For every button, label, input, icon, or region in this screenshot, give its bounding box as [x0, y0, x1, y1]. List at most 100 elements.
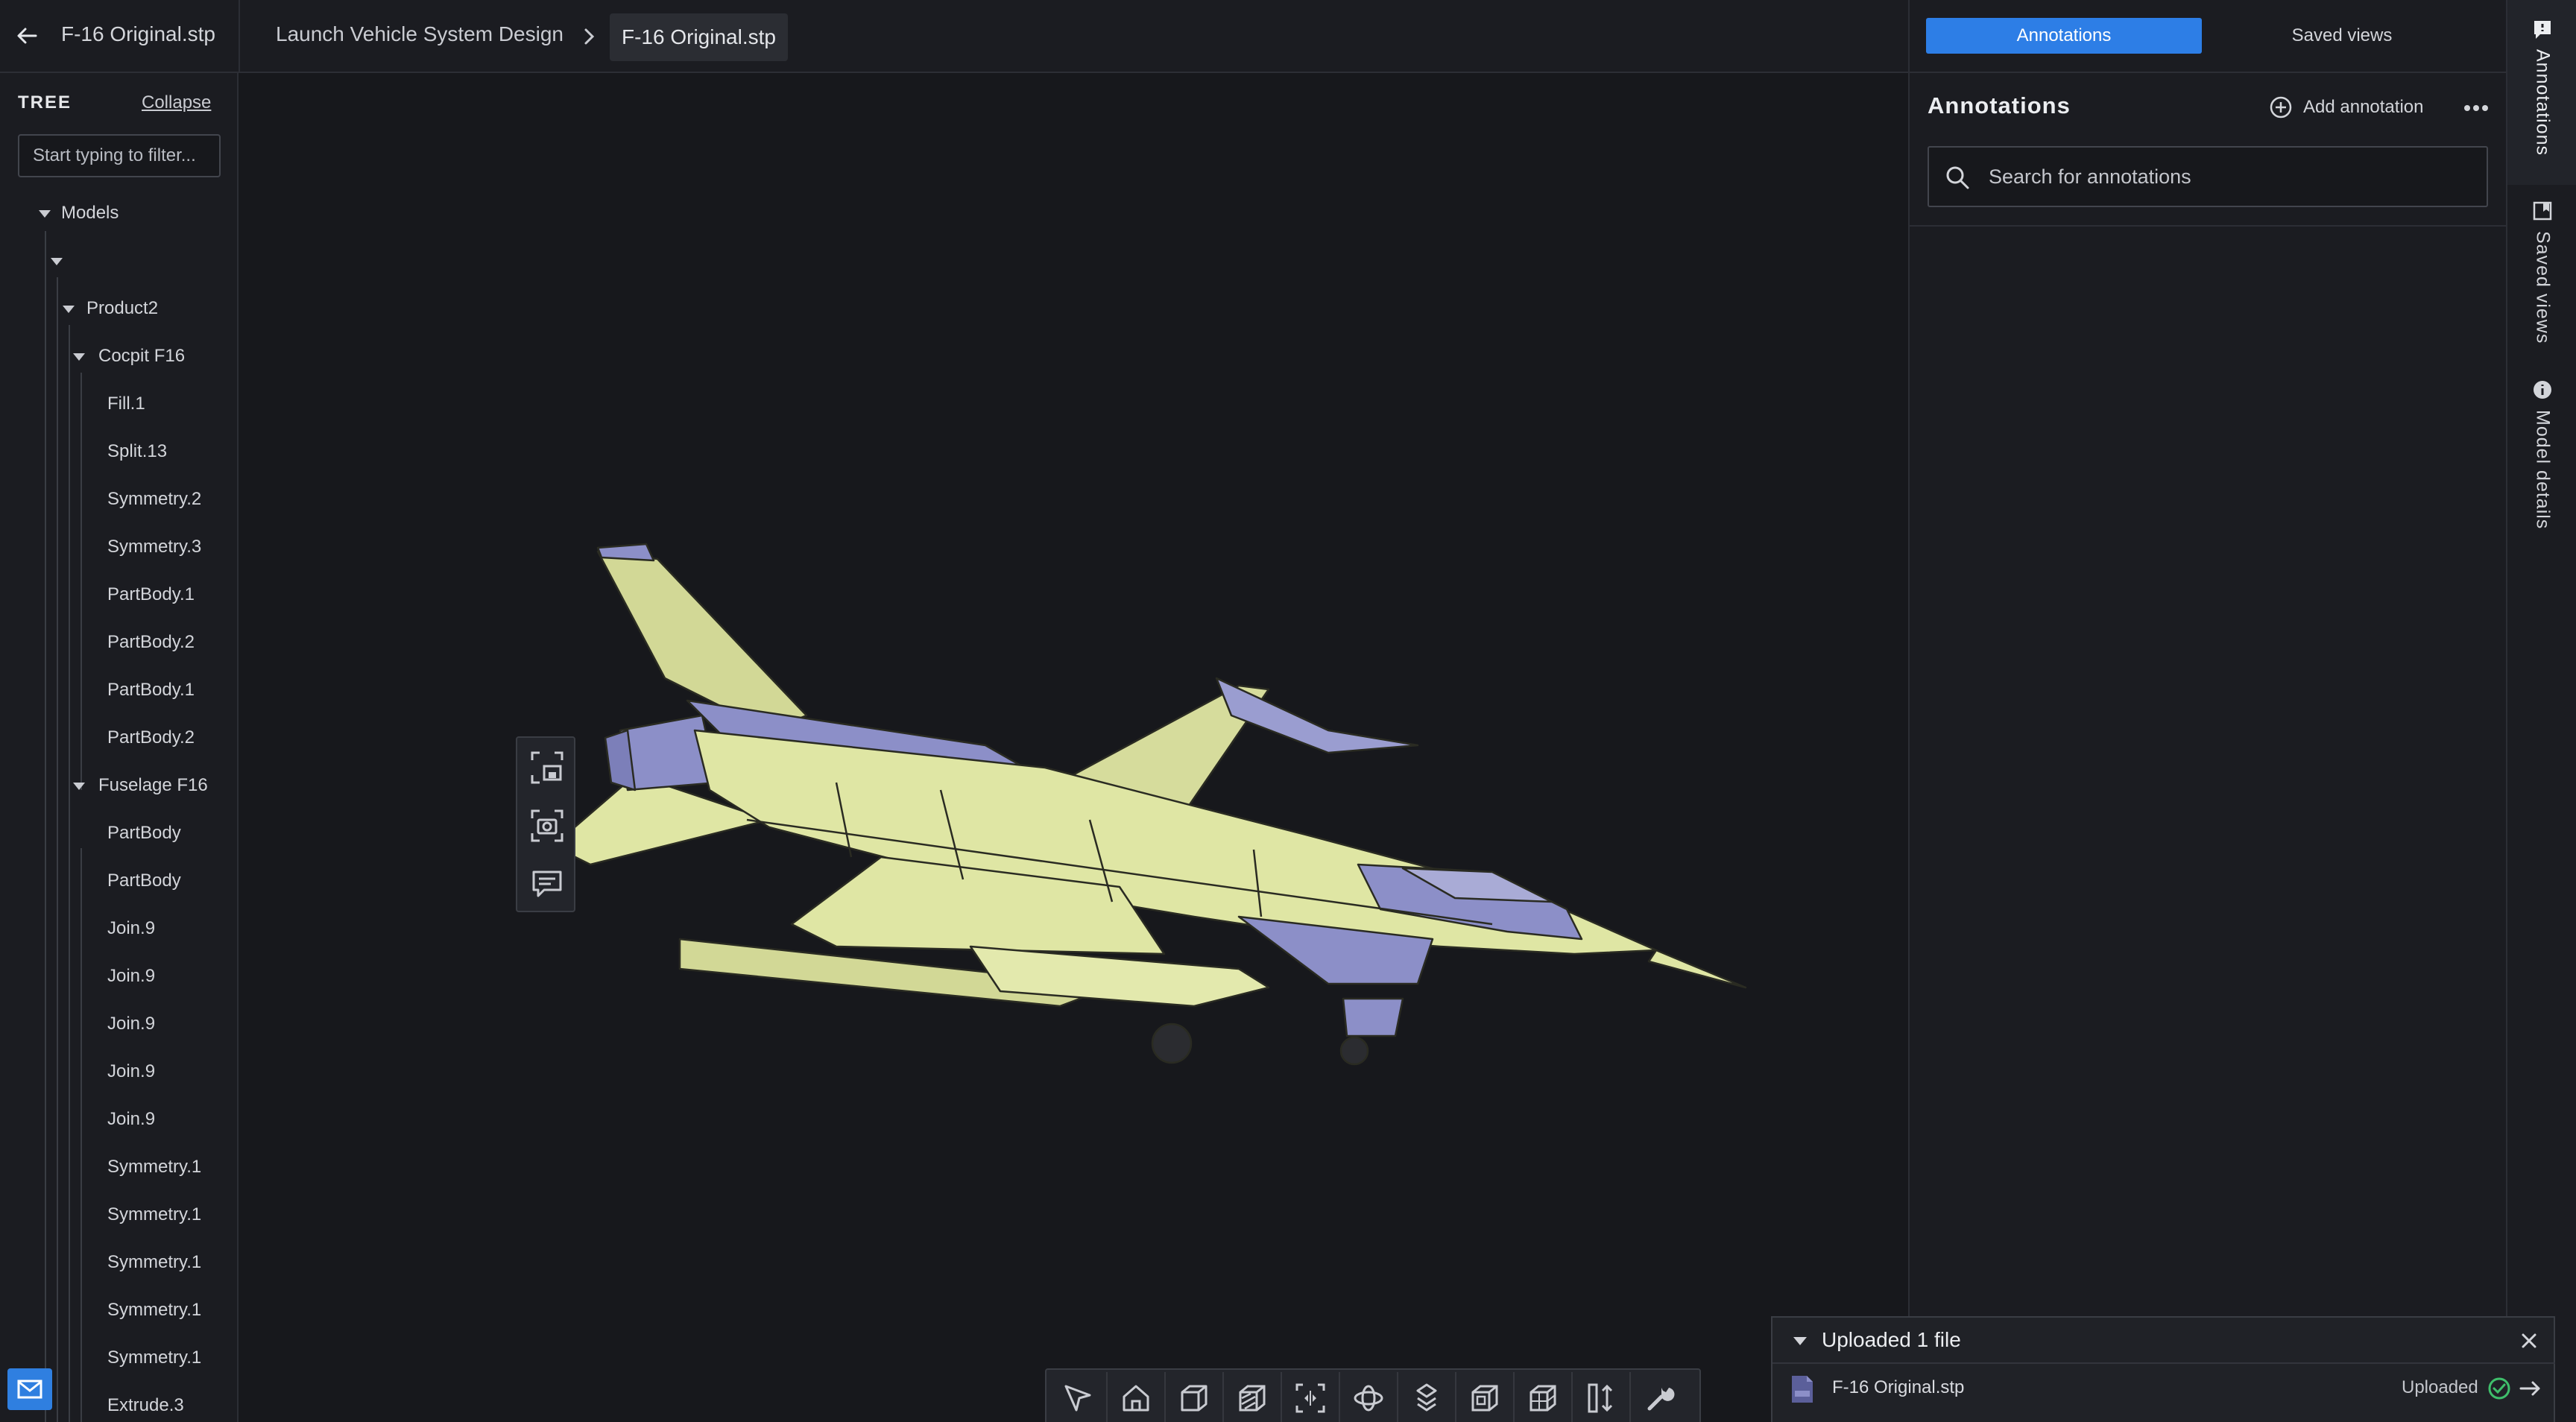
select-icon: [1064, 1385, 1091, 1412]
isometric-view-button[interactable]: [1456, 1372, 1515, 1422]
caret-down-icon[interactable]: [73, 353, 85, 361]
view-cube-icon: [1181, 1385, 1208, 1412]
tree-item[interactable]: Symmetry.2: [107, 484, 201, 514]
screenshot-icon: [531, 809, 564, 842]
tree-item[interactable]: Fill.1: [107, 389, 145, 419]
tree-guide-line: [80, 373, 82, 790]
f16-3d-model[interactable]: [523, 432, 1805, 1073]
rail-saved-views-tab[interactable]: Saved views: [2507, 200, 2576, 371]
tree-item[interactable]: Join.9: [107, 961, 155, 991]
explode-view-button[interactable]: [1398, 1372, 1456, 1422]
tree-item[interactable]: Join.9: [107, 1057, 155, 1087]
tree-item[interactable]: Symmetry.1: [107, 1200, 201, 1230]
tree-item[interactable]: Symmetry.1: [107, 1248, 201, 1277]
orbit-button[interactable]: [1340, 1372, 1398, 1422]
tree-item[interactable]: Join.9: [107, 1105, 155, 1134]
plus-circle-icon: [2270, 96, 2292, 118]
viewport-side-toolbar: [516, 736, 575, 912]
tree-item[interactable]: Symmetry.1: [107, 1152, 201, 1182]
caret-down-icon[interactable]: [39, 210, 51, 218]
breadcrumb-current[interactable]: F-16 Original.stp: [610, 13, 788, 61]
tab-annotations[interactable]: Annotations: [1926, 18, 2202, 54]
more-options-button[interactable]: [2461, 97, 2491, 119]
annotation-search-input[interactable]: [1987, 148, 2479, 206]
feedback-mail-button[interactable]: [7, 1368, 52, 1410]
upload-toast-header[interactable]: Uploaded 1 file: [1772, 1318, 2555, 1364]
rail-annotations-label: Annotations: [2532, 49, 2554, 157]
tree-item[interactable]: Join.9: [107, 1009, 155, 1039]
tree-item[interactable]: Fuselage F16: [98, 771, 208, 800]
tree-item[interactable]: Cocpit F16: [98, 341, 185, 371]
isometric-icon: [1471, 1385, 1498, 1412]
upload-status-text: Uploaded: [2402, 1377, 2478, 1397]
top-bar: F-16 Original.stp Launch Vehicle System …: [0, 0, 1908, 73]
fit-selection-button[interactable]: [523, 744, 571, 791]
caret-down-icon[interactable]: [63, 306, 75, 313]
close-button[interactable]: [2518, 1330, 2540, 1352]
tree-guide-line: [45, 231, 46, 1422]
panel-title: Annotations: [1928, 92, 2071, 118]
tree-item[interactable]: PartBody.1: [107, 675, 195, 705]
tree-item[interactable]: Symmetry.1: [107, 1295, 201, 1325]
annotations-panel: Annotations Saved views Annotations Add …: [1908, 0, 2506, 1422]
orbit-icon: [1354, 1385, 1383, 1412]
file-title: F-16 Original.stp: [61, 22, 215, 45]
3d-viewport[interactable]: [240, 75, 1908, 1422]
tree-item[interactable]: PartBody.1: [107, 580, 195, 610]
explode-icon: [1416, 1383, 1437, 1412]
annotation-icon: [2534, 21, 2551, 39]
divider: [239, 0, 240, 73]
fit-view-button[interactable]: [1282, 1372, 1340, 1422]
tree-item[interactable]: PartBody: [107, 818, 181, 848]
tree-item[interactable]: Split.13: [107, 437, 167, 467]
settings-wrench-icon: [1647, 1388, 1675, 1411]
mail-icon: [17, 1380, 42, 1399]
tree-item[interactable]: PartBody.2: [107, 628, 195, 657]
close-icon: [2522, 1333, 2536, 1348]
search-icon: [1946, 166, 1969, 189]
arrow-left-icon: [17, 28, 37, 44]
section-view-button[interactable]: [1224, 1372, 1282, 1422]
measure-button[interactable]: [1573, 1372, 1631, 1422]
view-cube-button[interactable]: [1166, 1372, 1224, 1422]
breadcrumb-project[interactable]: Launch Vehicle System Design: [276, 22, 564, 46]
tree-item[interactable]: PartBody: [107, 866, 181, 896]
tree-item[interactable]: Symmetry.3: [107, 532, 201, 562]
check-circle-icon: [2488, 1377, 2510, 1400]
file-icon: [1792, 1376, 1813, 1403]
wireframe-view-button[interactable]: [1515, 1372, 1573, 1422]
comment-button[interactable]: [523, 860, 571, 908]
caret-down-icon[interactable]: [73, 783, 85, 790]
arrow-right-icon[interactable]: [2518, 1376, 2543, 1401]
settings-button[interactable]: [1631, 1372, 1689, 1422]
tree-item[interactable]: Join.9: [107, 914, 155, 944]
add-annotation-button[interactable]: Add annotation: [2269, 92, 2423, 122]
fit-selection-icon: [531, 751, 564, 784]
fit-view-icon: [1295, 1383, 1325, 1413]
tree-item[interactable]: Symmetry.1: [107, 1343, 201, 1373]
upload-title: Uploaded 1 file: [1822, 1328, 1961, 1351]
rail-annotations-tab[interactable]: Annotations: [2507, 0, 2576, 185]
tree-item[interactable]: Models: [61, 198, 119, 228]
tree-guide-line: [69, 325, 70, 1422]
annotation-search-box: [1928, 146, 2488, 207]
rail-model-details-tab[interactable]: Model details: [2507, 379, 2576, 557]
collapse-link[interactable]: Collapse: [142, 92, 211, 113]
tree-heading: TREE: [18, 92, 72, 113]
side-rail: Annotations Saved views Model details: [2506, 0, 2576, 1422]
home-view-button[interactable]: [1108, 1372, 1166, 1422]
tree-item[interactable]: Extrude.3: [107, 1391, 184, 1421]
saved-views-icon: [2533, 201, 2552, 221]
caret-down-icon[interactable]: [1793, 1337, 1807, 1345]
chevron-right-icon: [584, 28, 595, 45]
screenshot-button[interactable]: [523, 802, 571, 850]
back-button[interactable]: [10, 19, 43, 52]
info-icon: [2534, 381, 2551, 399]
tab-saved-views[interactable]: Saved views: [2230, 18, 2454, 54]
tree-item[interactable]: Product2: [86, 294, 158, 323]
uploaded-file-name: F-16 Original.stp: [1832, 1377, 1965, 1397]
tree-filter-input[interactable]: [18, 134, 221, 177]
tree-item[interactable]: PartBody.2: [107, 723, 195, 753]
select-tool-button[interactable]: [1049, 1372, 1108, 1422]
caret-down-icon[interactable]: [51, 258, 63, 265]
